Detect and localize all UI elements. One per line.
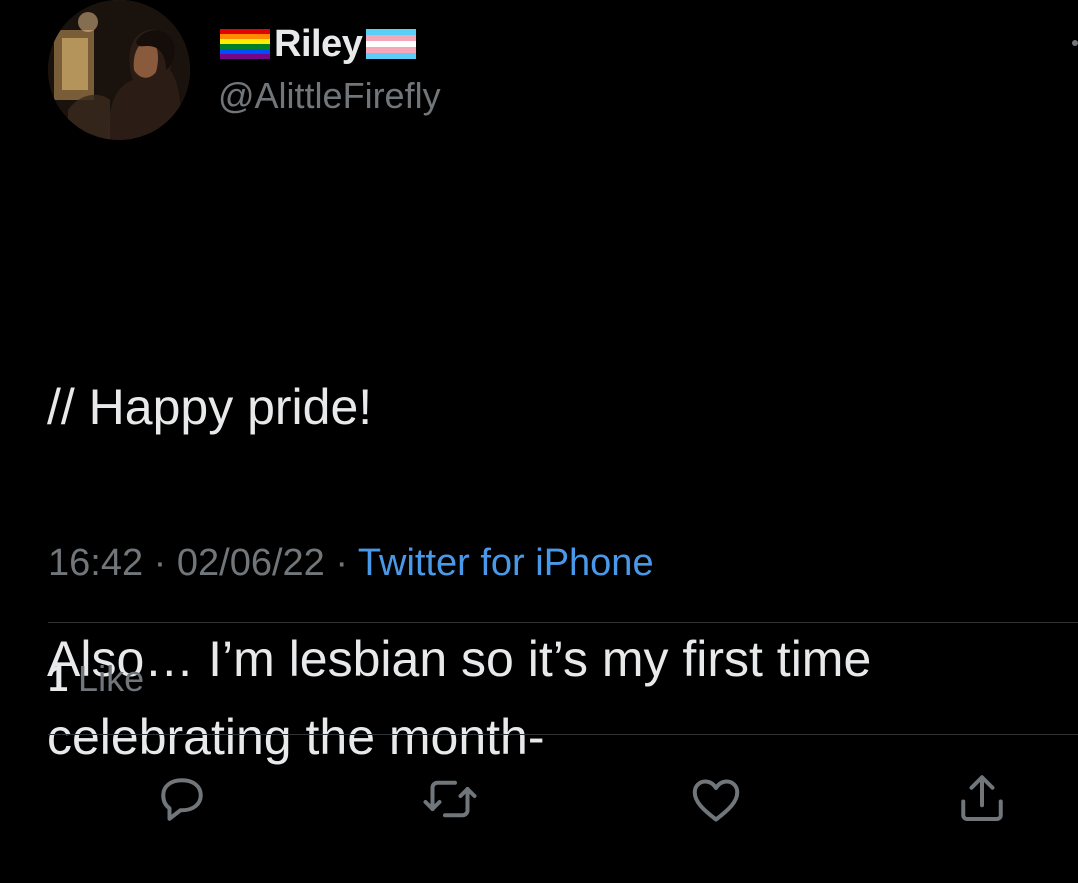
meta-separator: · bbox=[324, 542, 358, 584]
divider bbox=[48, 622, 1078, 623]
tweet-text-line: Also… I’m lesbian so it’s my first time … bbox=[47, 631, 886, 765]
retweet-icon bbox=[423, 780, 477, 818]
author-name-row[interactable]: Riley bbox=[220, 22, 417, 66]
likes-count: 1 bbox=[48, 658, 69, 699]
likes-label: Like bbox=[78, 658, 145, 699]
reply-icon bbox=[161, 778, 203, 821]
tweet-text: // Happy pride! Also… I’m lesbian so it’… bbox=[47, 212, 1057, 854]
transgender-pride-flag-icon bbox=[366, 29, 417, 59]
heart-icon bbox=[692, 779, 740, 822]
tweet-meta: 16:42 · 02/06/22 · Twitter for iPhone bbox=[48, 540, 654, 586]
author-display-name[interactable]: Riley bbox=[274, 22, 363, 66]
meta-separator: · bbox=[143, 542, 177, 584]
avatar-photo bbox=[48, 0, 190, 140]
share-button[interactable] bbox=[950, 767, 1014, 831]
likes-summary[interactable]: 1 Like bbox=[48, 657, 144, 701]
avatar[interactable] bbox=[48, 0, 190, 140]
author-handle[interactable]: @AlittleFirefly bbox=[218, 74, 441, 118]
retweet-button[interactable] bbox=[418, 767, 482, 831]
rainbow-pride-flag-icon bbox=[220, 29, 270, 59]
like-button[interactable] bbox=[684, 767, 748, 831]
tweet-time[interactable]: 16:42 bbox=[48, 542, 143, 584]
share-icon bbox=[961, 775, 1003, 821]
divider bbox=[48, 734, 1078, 735]
reply-button[interactable] bbox=[150, 767, 214, 831]
tweet-text-line: // Happy pride! bbox=[47, 379, 373, 435]
more-options-icon[interactable] bbox=[1072, 40, 1078, 46]
tweet-source-link[interactable]: Twitter for iPhone bbox=[358, 542, 654, 584]
tweet-date[interactable]: 02/06/22 bbox=[177, 542, 325, 584]
